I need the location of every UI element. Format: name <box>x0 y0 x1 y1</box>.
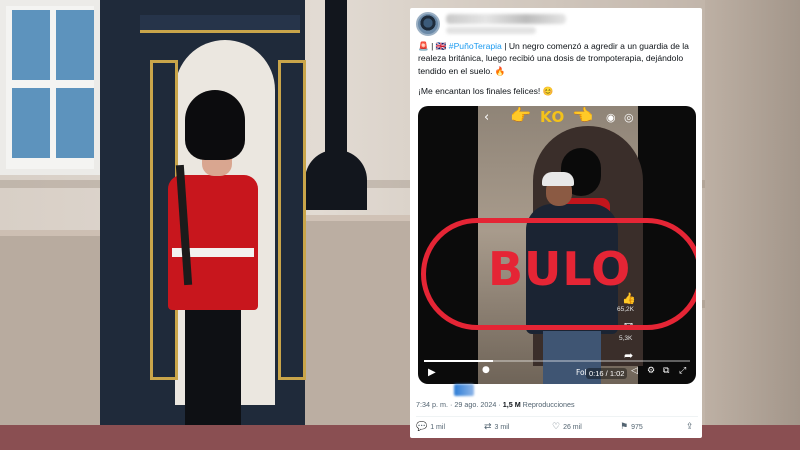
tweet-card[interactable]: 🚨 | 🇬🇧 #PuñoTerapia | Un negro comenzó a… <box>410 8 702 438</box>
back-arrow-icon[interactable]: ‹ <box>484 110 489 125</box>
timestamp[interactable]: 7:34 p. m. · 29 ago. 2024 · <box>416 400 503 409</box>
video-time: 0:16 / 1:02 <box>586 368 628 379</box>
blurred-username <box>446 14 566 24</box>
stone-pedestal <box>0 230 110 430</box>
views-count: 1,5 M <box>502 400 521 409</box>
tweet-second-line: ¡Me encantan los finales felices! 😊 <box>418 86 554 97</box>
author-avatar-icon[interactable]: ● <box>482 365 490 375</box>
heart-icon: ♡ <box>552 422 561 432</box>
lamp-base <box>305 150 367 210</box>
sentry-box-trim <box>278 60 306 380</box>
blurred-region <box>454 384 474 396</box>
tweet-prefix: 🚨 | 🇬🇧 <box>418 41 449 51</box>
video-man-cap <box>542 172 574 186</box>
bookmark-button[interactable]: ⚑ 975 <box>620 422 643 432</box>
tweet-meta: 7:34 p. m. · 29 ago. 2024 · 1,5 M Reprod… <box>416 400 575 409</box>
share-icon: ⇪ <box>686 422 694 432</box>
bookmark-count: 975 <box>631 423 643 431</box>
fullscreen-icon[interactable]: ⤢ <box>679 366 686 376</box>
pip-icon[interactable]: ⧉ <box>663 366 669 376</box>
ko-overlay-text: KO <box>540 108 565 126</box>
reply-icon: 💬 <box>416 422 428 432</box>
hashtag-link[interactable]: #PuñoTerapia <box>449 41 502 51</box>
comments-count: 5,3K <box>619 335 633 342</box>
reply-count: 1 mil <box>430 423 445 431</box>
bulo-stamp-text: BULO <box>488 242 632 296</box>
profile-icon[interactable]: ◎ <box>624 111 634 124</box>
blurred-handle <box>446 27 536 34</box>
video-progress-fill <box>424 360 494 362</box>
tweet-text: 🚨 | 🇬🇧 #PuñoTerapia | Un negro comenzó a… <box>418 40 698 106</box>
bookmark-icon: ⚑ <box>620 422 629 432</box>
palace-window <box>0 0 100 175</box>
like-button[interactable]: ♡ 26 mil <box>552 422 582 432</box>
avatar[interactable] <box>416 12 440 36</box>
mute-icon[interactable]: ◁ <box>631 366 638 376</box>
thumb-emoji-right: 👈 <box>572 106 594 125</box>
views-label: Reproducciones <box>520 400 575 409</box>
video-progress-bar[interactable] <box>424 360 690 362</box>
sentry-box-top <box>140 15 300 33</box>
repost-count: 3 mil <box>494 423 510 431</box>
settings-gear-icon[interactable]: ⚙ <box>647 366 655 376</box>
reply-button[interactable]: 💬 1 mil <box>416 422 445 432</box>
divider <box>416 416 698 417</box>
tweet-actions: 💬 1 mil ⇄ 3 mil ♡ 26 mil ⚑ 975 ⇪ <box>416 422 700 436</box>
palace-wall-right <box>705 0 800 430</box>
play-icon[interactable]: ▶ <box>428 367 436 378</box>
camera-icon[interactable]: ◉ <box>606 111 616 124</box>
guard-legs <box>185 305 241 433</box>
share-button[interactable]: ⇪ <box>686 422 694 432</box>
thumb-emoji-left: 👉 <box>510 106 532 125</box>
video-player[interactable]: ‹ 👉 KO 👈 ◉ ◎ 👍 65,2K ✉ 5,3K ➦ BULO ▶ ● F… <box>418 106 696 384</box>
repost-button[interactable]: ⇄ 3 mil <box>484 422 509 432</box>
guard-bearskin-hat <box>185 90 245 160</box>
repost-icon: ⇄ <box>484 422 492 432</box>
like-count: 26 mil <box>563 423 582 431</box>
stone-pedestal <box>305 215 410 430</box>
